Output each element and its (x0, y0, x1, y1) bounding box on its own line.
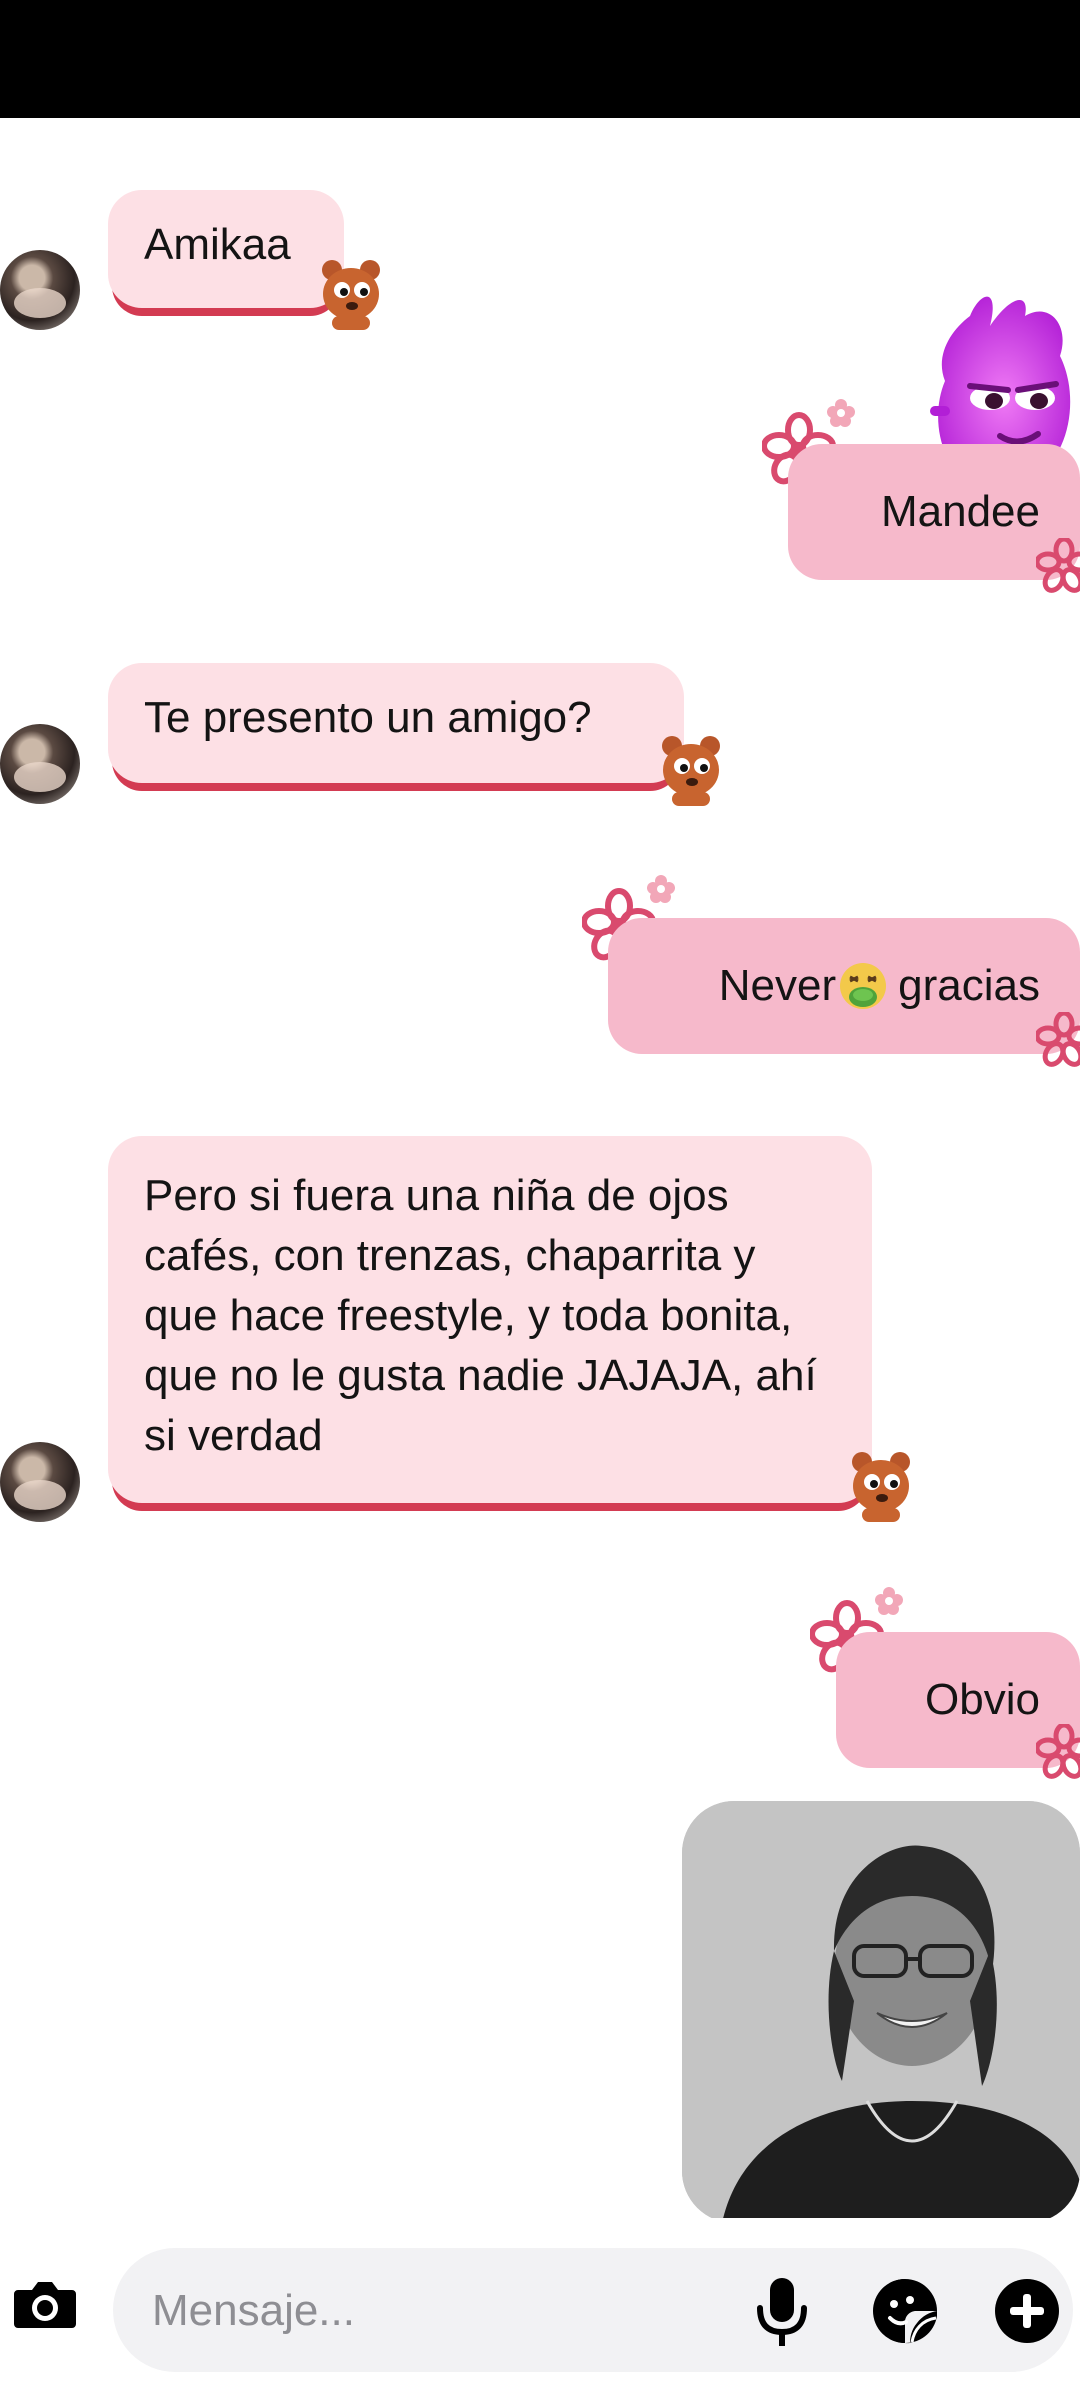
message-input[interactable] (150, 2280, 714, 2342)
plus-icon[interactable] (992, 2276, 1062, 2346)
bear-sticker-icon (852, 1452, 910, 1522)
contact-avatar[interactable] (0, 250, 80, 330)
message-text: Amikaa (144, 220, 291, 269)
nauseated-face-emoji-icon (840, 963, 887, 1009)
sticker-icon[interactable] (870, 2276, 940, 2346)
message-text-before: Never (718, 961, 837, 1010)
message-text: Mandee (880, 487, 1040, 536)
bear-sticker-icon (662, 736, 720, 806)
message-text: Te presento un amigo? (144, 693, 592, 742)
photo-message[interactable] (682, 1801, 1080, 2223)
contact-avatar[interactable] (0, 1442, 80, 1522)
flower-icon (1036, 1012, 1080, 1067)
outgoing-message[interactable]: Never gracias (608, 918, 1080, 1054)
camera-icon[interactable] (10, 2268, 80, 2338)
message-text: Pero si fuera una niña de ojos cafés, co… (144, 1171, 817, 1460)
small-flower-icon (647, 875, 675, 903)
flower-icon (1036, 538, 1080, 593)
flower-icon (1036, 1724, 1080, 1779)
microphone-icon[interactable] (752, 2274, 812, 2350)
message-text-after: gracias (898, 961, 1040, 1010)
status-bar (0, 0, 1080, 118)
incoming-message[interactable]: Amikaa (108, 190, 344, 308)
contact-avatar[interactable] (0, 724, 80, 804)
small-flower-icon (875, 1587, 903, 1615)
message-text: Obvio (925, 1675, 1040, 1724)
bear-sticker-icon (322, 260, 380, 330)
incoming-message[interactable]: Pero si fuera una niña de ojos cafés, co… (108, 1136, 872, 1503)
small-flower-icon (827, 399, 855, 427)
person-photo (682, 1801, 1080, 2223)
incoming-message[interactable]: Te presento un amigo? (108, 663, 684, 783)
